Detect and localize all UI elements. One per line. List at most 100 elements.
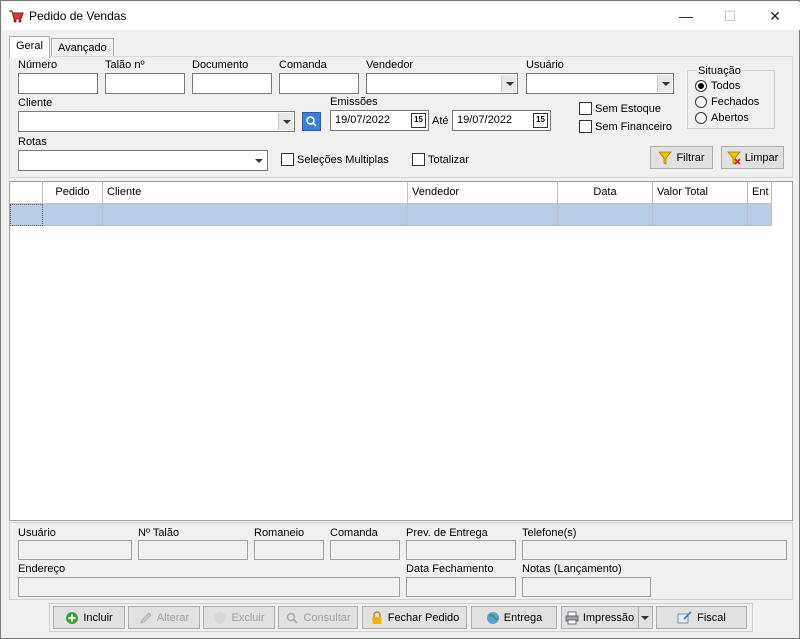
documento-input[interactable] — [192, 73, 272, 94]
numero-label: Número — [18, 59, 58, 71]
close-button[interactable]: ✕ — [752, 2, 798, 30]
pedidos-table[interactable]: Pedido Cliente Vendedor Data Valor Total… — [9, 181, 793, 521]
column-header-data[interactable]: Data — [558, 182, 653, 204]
cliente-select[interactable] — [18, 111, 295, 132]
shopping-cart-icon — [9, 10, 24, 23]
table-row[interactable] — [748, 204, 772, 226]
column-header-valor-total[interactable]: Valor Total — [653, 182, 748, 204]
usuario-select[interactable] — [526, 73, 674, 94]
column-header-cliente[interactable]: Cliente — [103, 182, 408, 204]
alterar-label: Alterar — [156, 611, 190, 624]
radio-abertos-label: Abertos — [711, 112, 749, 124]
table-row[interactable] — [653, 204, 748, 226]
selecoes-multiplas-checkbox[interactable] — [281, 153, 294, 166]
rotas-select[interactable] — [18, 150, 268, 171]
excluir-button[interactable]: Excluir — [203, 606, 275, 629]
table-row[interactable] — [103, 204, 408, 226]
fiscal-button[interactable]: Fiscal — [656, 606, 747, 629]
impressao-dropdown[interactable] — [638, 607, 650, 628]
search-cliente-button[interactable] — [302, 112, 321, 131]
filtrar-button[interactable]: Filtrar — [650, 146, 713, 169]
chevron-down-icon[interactable] — [251, 152, 266, 169]
calendar-icon[interactable]: 15 — [533, 113, 548, 128]
det-talao-field — [138, 540, 248, 560]
consultar-label: Consultar — [303, 611, 351, 624]
det-notas-field — [522, 577, 651, 597]
limpar-label: Limpar — [744, 151, 779, 164]
det-talao-label: Nº Talão — [138, 527, 180, 539]
selecoes-multiplas-label: Seleções Multiplas — [297, 154, 389, 166]
minimize-button[interactable]: — — [663, 2, 709, 30]
column-header-vendedor[interactable]: Vendedor — [408, 182, 558, 204]
numero-input[interactable] — [18, 73, 98, 94]
printer-icon — [565, 611, 579, 624]
window-title: Pedido de Vendas — [29, 9, 127, 23]
consultar-button[interactable]: Consultar — [278, 606, 358, 629]
tab-avancado[interactable]: Avançado — [51, 38, 114, 58]
maximize-button[interactable]: ☐ — [707, 2, 753, 30]
tab-geral[interactable]: Geral — [9, 36, 50, 58]
vendedor-label: Vendedor — [366, 59, 414, 71]
row-indicator-cell[interactable] — [10, 204, 43, 226]
usuario-label: Usuário — [526, 59, 564, 71]
cliente-label: Cliente — [18, 97, 53, 109]
alterar-button[interactable]: Alterar — [128, 606, 200, 629]
chevron-down-icon[interactable] — [657, 75, 672, 92]
impressao-label: Impressão — [582, 611, 635, 624]
globe-icon — [486, 611, 499, 624]
column-header-indicator — [10, 182, 43, 204]
data-fim-input[interactable]: 19/07/2022 15 — [452, 110, 551, 131]
det-romaneio-label: Romaneio — [254, 527, 305, 539]
funnel-icon — [658, 151, 673, 165]
det-notas-label: Notas (Lançamento) — [522, 563, 622, 575]
sem-financeiro-label: Sem Financeiro — [595, 121, 673, 133]
radio-fechados[interactable] — [695, 96, 707, 108]
sem-financeiro-checkbox[interactable] — [579, 120, 592, 133]
det-telefones-label: Telefone(s) — [522, 527, 577, 539]
emissoes-label: Emissões — [330, 96, 378, 108]
sem-estoque-checkbox[interactable] — [579, 102, 592, 115]
impressao-button[interactable]: Impressão — [561, 606, 653, 629]
chevron-down-icon[interactable] — [501, 75, 516, 92]
talao-label: Talão nº — [105, 59, 145, 71]
chevron-down-icon[interactable] — [278, 113, 293, 130]
pencil-icon — [140, 611, 152, 624]
fechar-pedido-button[interactable]: Fechar Pedido — [362, 606, 467, 629]
incluir-button[interactable]: Incluir — [53, 606, 125, 629]
vendedor-select[interactable] — [366, 73, 518, 94]
det-telefones-field — [522, 540, 787, 560]
table-row[interactable] — [408, 204, 558, 226]
det-usuario-field — [18, 540, 132, 560]
det-comanda-label: Comanda — [330, 527, 378, 539]
det-usuario-label: Usuário — [18, 527, 56, 539]
radio-abertos[interactable] — [695, 112, 707, 124]
comanda-input[interactable] — [279, 73, 359, 94]
table-row[interactable] — [558, 204, 653, 226]
det-prev-entrega-label: Prev. de Entrega — [406, 527, 488, 539]
clear-filter-icon — [726, 151, 741, 165]
totalizar-checkbox[interactable] — [412, 153, 425, 166]
delete-icon — [214, 611, 227, 624]
table-row[interactable] — [43, 204, 103, 226]
det-prev-entrega-field — [406, 540, 516, 560]
data-fim-value: 19/07/2022 — [457, 114, 513, 126]
talao-input[interactable] — [105, 73, 185, 94]
entrega-button[interactable]: Entrega — [471, 606, 557, 629]
fechar-pedido-label: Fechar Pedido — [387, 611, 460, 624]
radio-todos[interactable] — [695, 80, 707, 92]
lock-icon — [372, 610, 382, 624]
data-inicio-input[interactable]: 19/07/2022 15 — [330, 110, 429, 131]
column-header-pedido[interactable]: Pedido — [43, 182, 103, 204]
det-comanda-field — [330, 540, 400, 560]
entrega-label: Entrega — [503, 611, 543, 624]
calendar-icon[interactable]: 15 — [411, 113, 426, 128]
data-inicio-value: 19/07/2022 — [335, 114, 391, 126]
filtrar-label: Filtrar — [676, 151, 705, 164]
limpar-button[interactable]: Limpar — [721, 146, 784, 169]
column-header-ent[interactable]: Ent — [748, 182, 772, 204]
fiscal-label: Fiscal — [697, 611, 726, 624]
chevron-down-icon — [641, 616, 650, 620]
totalizar-label: Totalizar — [428, 154, 469, 166]
incluir-label: Incluir — [83, 611, 113, 624]
radio-todos-label: Todos — [711, 80, 741, 92]
